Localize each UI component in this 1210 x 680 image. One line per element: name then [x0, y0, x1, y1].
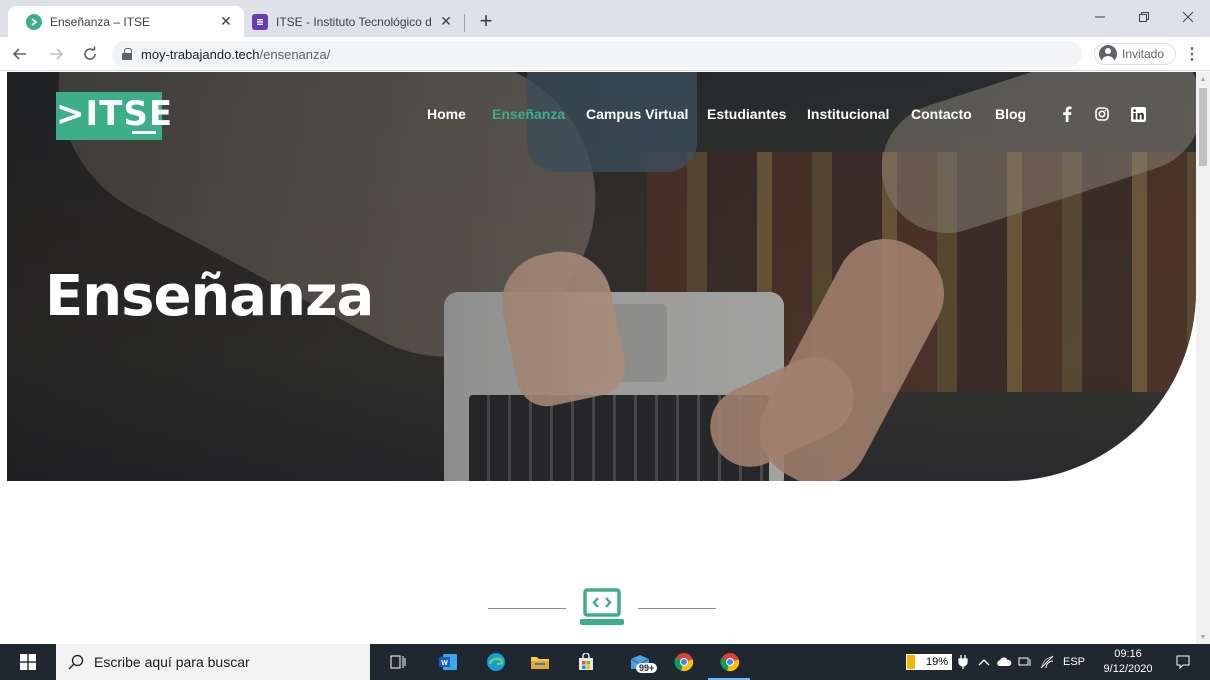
windows-taskbar: Escribe aquí para buscar W 99+ 19% ESP 0… [0, 644, 1210, 680]
chrome-icon [674, 653, 694, 672]
profile-button[interactable]: Invitado [1094, 43, 1176, 65]
onedrive-cloud-icon[interactable] [996, 644, 1012, 680]
notification-icon[interactable] [1172, 644, 1194, 680]
scroll-thumb[interactable] [1199, 88, 1207, 166]
instagram-icon[interactable] [1093, 105, 1111, 123]
nav-ensenanza[interactable]: Enseñanza [492, 106, 565, 122]
reload-icon [84, 46, 96, 60]
store-app-button[interactable] [574, 650, 598, 674]
edge-app-button[interactable] [484, 650, 508, 674]
power-plug-icon[interactable] [958, 644, 968, 680]
task-view-button[interactable] [386, 650, 410, 674]
close-window-button[interactable] [1166, 0, 1210, 34]
clock-time: 09:16 [1114, 648, 1142, 660]
laptop-code-icon [580, 588, 624, 625]
battery-fill [907, 655, 916, 669]
browser-tab-strip: Enseñanza – ITSE ✕ ITSE - Instituto Tecn… [0, 0, 1210, 37]
close-tab-icon[interactable]: ✕ [218, 13, 234, 30]
linkedin-icon[interactable] [1129, 105, 1147, 123]
back-arrow-icon [12, 48, 26, 60]
wifi-icon[interactable] [1040, 644, 1054, 680]
language-indicator[interactable]: ESP [1063, 644, 1085, 680]
lock-icon [122, 48, 132, 60]
reload-button[interactable] [78, 42, 102, 66]
nav-campus-virtual[interactable]: Campus Virtual [586, 106, 688, 122]
chrome-app-button[interactable] [672, 650, 696, 674]
word-app-button[interactable]: W [436, 650, 460, 674]
windows-logo-icon [20, 654, 36, 670]
address-bar[interactable]: moy-trabajando.tech/ensenanza/ [112, 41, 1082, 67]
chrome-app-button-2[interactable] [718, 650, 742, 674]
nav-estudiantes[interactable]: Estudiantes [707, 106, 786, 122]
search-placeholder: Escribe aquí para buscar [94, 654, 250, 670]
task-view-icon [390, 655, 406, 669]
start-button[interactable] [0, 644, 56, 680]
url-path: /ensenanza/ [259, 46, 331, 62]
taskbar-clock[interactable]: 09:16 9/12/2020 [1096, 646, 1160, 678]
store-bag-icon [579, 653, 593, 670]
minimize-button[interactable] [1078, 0, 1122, 34]
battery-indicator[interactable]: 19% [906, 654, 952, 670]
folder-icon [531, 657, 549, 669]
site-logo[interactable]: >ITSE [56, 92, 174, 140]
forward-arrow-icon [50, 48, 64, 60]
tab-title: ITSE - Instituto Tecnológico de Se [276, 14, 432, 29]
taskbar-search-box[interactable]: Escribe aquí para buscar [56, 644, 370, 680]
browser-toolbar: moy-trabajando.tech/ensenanza/ Invitado … [0, 37, 1210, 71]
clock-date: 9/12/2020 [1103, 663, 1153, 675]
nav-institucional[interactable]: Institucional [807, 106, 889, 122]
chrome-menu-icon[interactable]: ⋮ [1184, 42, 1200, 66]
search-icon [68, 654, 84, 670]
svg-text:W: W [441, 660, 448, 667]
edge-icon [487, 653, 505, 671]
forms-favicon-icon [252, 13, 268, 30]
word-icon: W [439, 654, 457, 670]
avatar-icon [1099, 45, 1117, 63]
profile-label: Invitado [1122, 47, 1165, 61]
scroll-down-icon[interactable]: ▼ [1196, 630, 1210, 644]
url-host: moy-trabajando.tech [141, 46, 260, 62]
itse-favicon-icon [26, 13, 42, 30]
tab-itse-forms[interactable]: ITSE - Instituto Tecnológico de Se ✕ [244, 6, 464, 37]
logo-text: >ITSE [56, 94, 174, 134]
restore-icon [1139, 12, 1149, 22]
tab-separator [464, 14, 465, 32]
chrome-icon [720, 653, 740, 672]
minimize-icon [1095, 16, 1105, 18]
facebook-icon[interactable] [1058, 105, 1076, 123]
tab-title: Enseñanza – ITSE [50, 14, 151, 29]
close-tab-icon[interactable]: ✕ [438, 13, 454, 30]
close-icon [1182, 11, 1194, 23]
section-divider [488, 587, 716, 631]
tab-ensenanza[interactable]: Enseñanza – ITSE ✕ [8, 6, 244, 37]
restore-button[interactable] [1122, 0, 1166, 34]
network-icon[interactable] [1018, 644, 1032, 680]
mail-app-button[interactable]: 99+ [620, 650, 660, 674]
new-tab-button[interactable]: + [474, 8, 498, 33]
page-title: Enseñanza [45, 264, 374, 329]
file-explorer-button[interactable] [528, 650, 552, 674]
page-scrollbar[interactable]: ▲ ▼ [1196, 72, 1210, 644]
back-button[interactable] [8, 42, 32, 66]
mail-badge: 99+ [636, 663, 658, 673]
hero-banner: >ITSE Home Enseñanza Campus Virtual Estu… [7, 72, 1196, 481]
nav-home[interactable]: Home [427, 106, 466, 122]
chevron-up-icon[interactable] [978, 644, 990, 680]
scroll-up-icon[interactable]: ▲ [1196, 72, 1210, 86]
page-viewport: >ITSE Home Enseñanza Campus Virtual Estu… [0, 72, 1196, 644]
nav-blog[interactable]: Blog [995, 106, 1026, 122]
forward-button[interactable] [44, 42, 68, 66]
battery-percent: 19% [925, 656, 948, 668]
nav-contacto[interactable]: Contacto [911, 106, 972, 122]
